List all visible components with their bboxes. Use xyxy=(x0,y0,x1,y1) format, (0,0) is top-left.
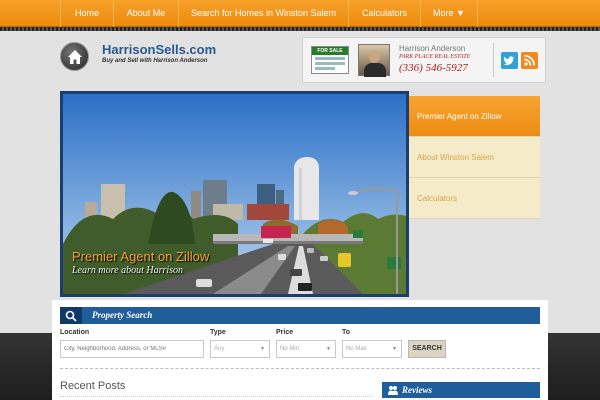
chevron-down-icon: ▼ xyxy=(392,346,397,352)
for-sale-sign-text: FOR SALE xyxy=(312,47,348,55)
reviews-title: Reviews xyxy=(402,385,432,395)
search-divider xyxy=(60,368,540,369)
slider-tab-calculators[interactable]: Calculators xyxy=(409,178,540,219)
site-title[interactable]: HarrisonSells.com xyxy=(102,42,216,57)
twitter-icon[interactable] xyxy=(501,52,518,69)
price-min-select[interactable]: No Min ▼ xyxy=(276,340,336,358)
site-tagline: Buy and Sell with Harrison Anderson xyxy=(102,58,208,64)
search-button[interactable]: SEARCH xyxy=(408,340,446,358)
type-select[interactable]: Any ▼ xyxy=(210,340,270,358)
contact-divider xyxy=(493,43,494,77)
reviews-header: Reviews xyxy=(382,382,540,398)
recent-posts-divider xyxy=(60,396,372,397)
rss-icon[interactable] xyxy=(521,52,538,69)
search-icon xyxy=(60,307,82,324)
price-max-select[interactable]: No Max ▼ xyxy=(342,340,402,358)
price-min-value: No Min xyxy=(280,346,300,352)
hero-title[interactable]: Premier Agent on Zillow xyxy=(72,249,209,264)
main-content: Property Search Location Type Any ▼ Pric… xyxy=(52,300,548,400)
city-skyline-image xyxy=(63,94,406,294)
location-input[interactable] xyxy=(60,340,204,358)
price-label: Price xyxy=(276,329,294,336)
agent-phone: (336) 546-5927 xyxy=(399,62,468,74)
users-icon xyxy=(388,386,398,395)
top-navigation: Home About Me Search for Homes in Winsto… xyxy=(0,0,600,27)
recent-posts-title: Recent Posts xyxy=(60,380,126,392)
nav-item-search-homes[interactable]: Search for Homes in Winston Salem xyxy=(178,0,348,27)
location-label: Location xyxy=(60,329,90,336)
price-max-value: No Max xyxy=(346,346,367,352)
nav-divider-strip xyxy=(0,27,600,31)
hero-slider[interactable]: Premier Agent on Zillow Learn more about… xyxy=(60,91,409,297)
nav-item-home[interactable]: Home xyxy=(60,0,113,27)
nav-item-more[interactable]: More ▼ xyxy=(420,0,478,27)
property-search-header: Property Search xyxy=(60,307,540,324)
property-search-title: Property Search xyxy=(92,310,153,320)
house-icon xyxy=(68,50,82,64)
agent-company: PARK PLACE REAL ESTATE xyxy=(399,54,471,60)
nav-item-calculators[interactable]: Calculators xyxy=(348,0,420,27)
agent-photo xyxy=(358,44,390,77)
to-label: To xyxy=(342,329,351,336)
type-select-value: Any xyxy=(214,346,225,352)
slider-tab-premier-agent[interactable]: Premier Agent on Zillow xyxy=(409,96,540,137)
chevron-down-icon: ▼ xyxy=(260,346,265,352)
for-sale-sign-image: FOR SALE xyxy=(311,46,349,74)
type-label: Type xyxy=(210,329,226,336)
slider-tab-about-winston-salem[interactable]: About Winston Salem xyxy=(409,137,540,178)
agent-contact-box: FOR SALE Harrison Anderson PARK PLACE RE… xyxy=(302,37,546,83)
agent-name: Harrison Anderson xyxy=(399,44,466,53)
chevron-down-icon: ▼ xyxy=(326,346,331,352)
hero-subtitle[interactable]: Learn more about Harrison xyxy=(72,265,183,276)
nav-item-about-me[interactable]: About Me xyxy=(113,0,178,27)
slider-tabs: Premier Agent on Zillow About Winston Sa… xyxy=(409,96,540,219)
home-logo[interactable] xyxy=(60,42,89,71)
